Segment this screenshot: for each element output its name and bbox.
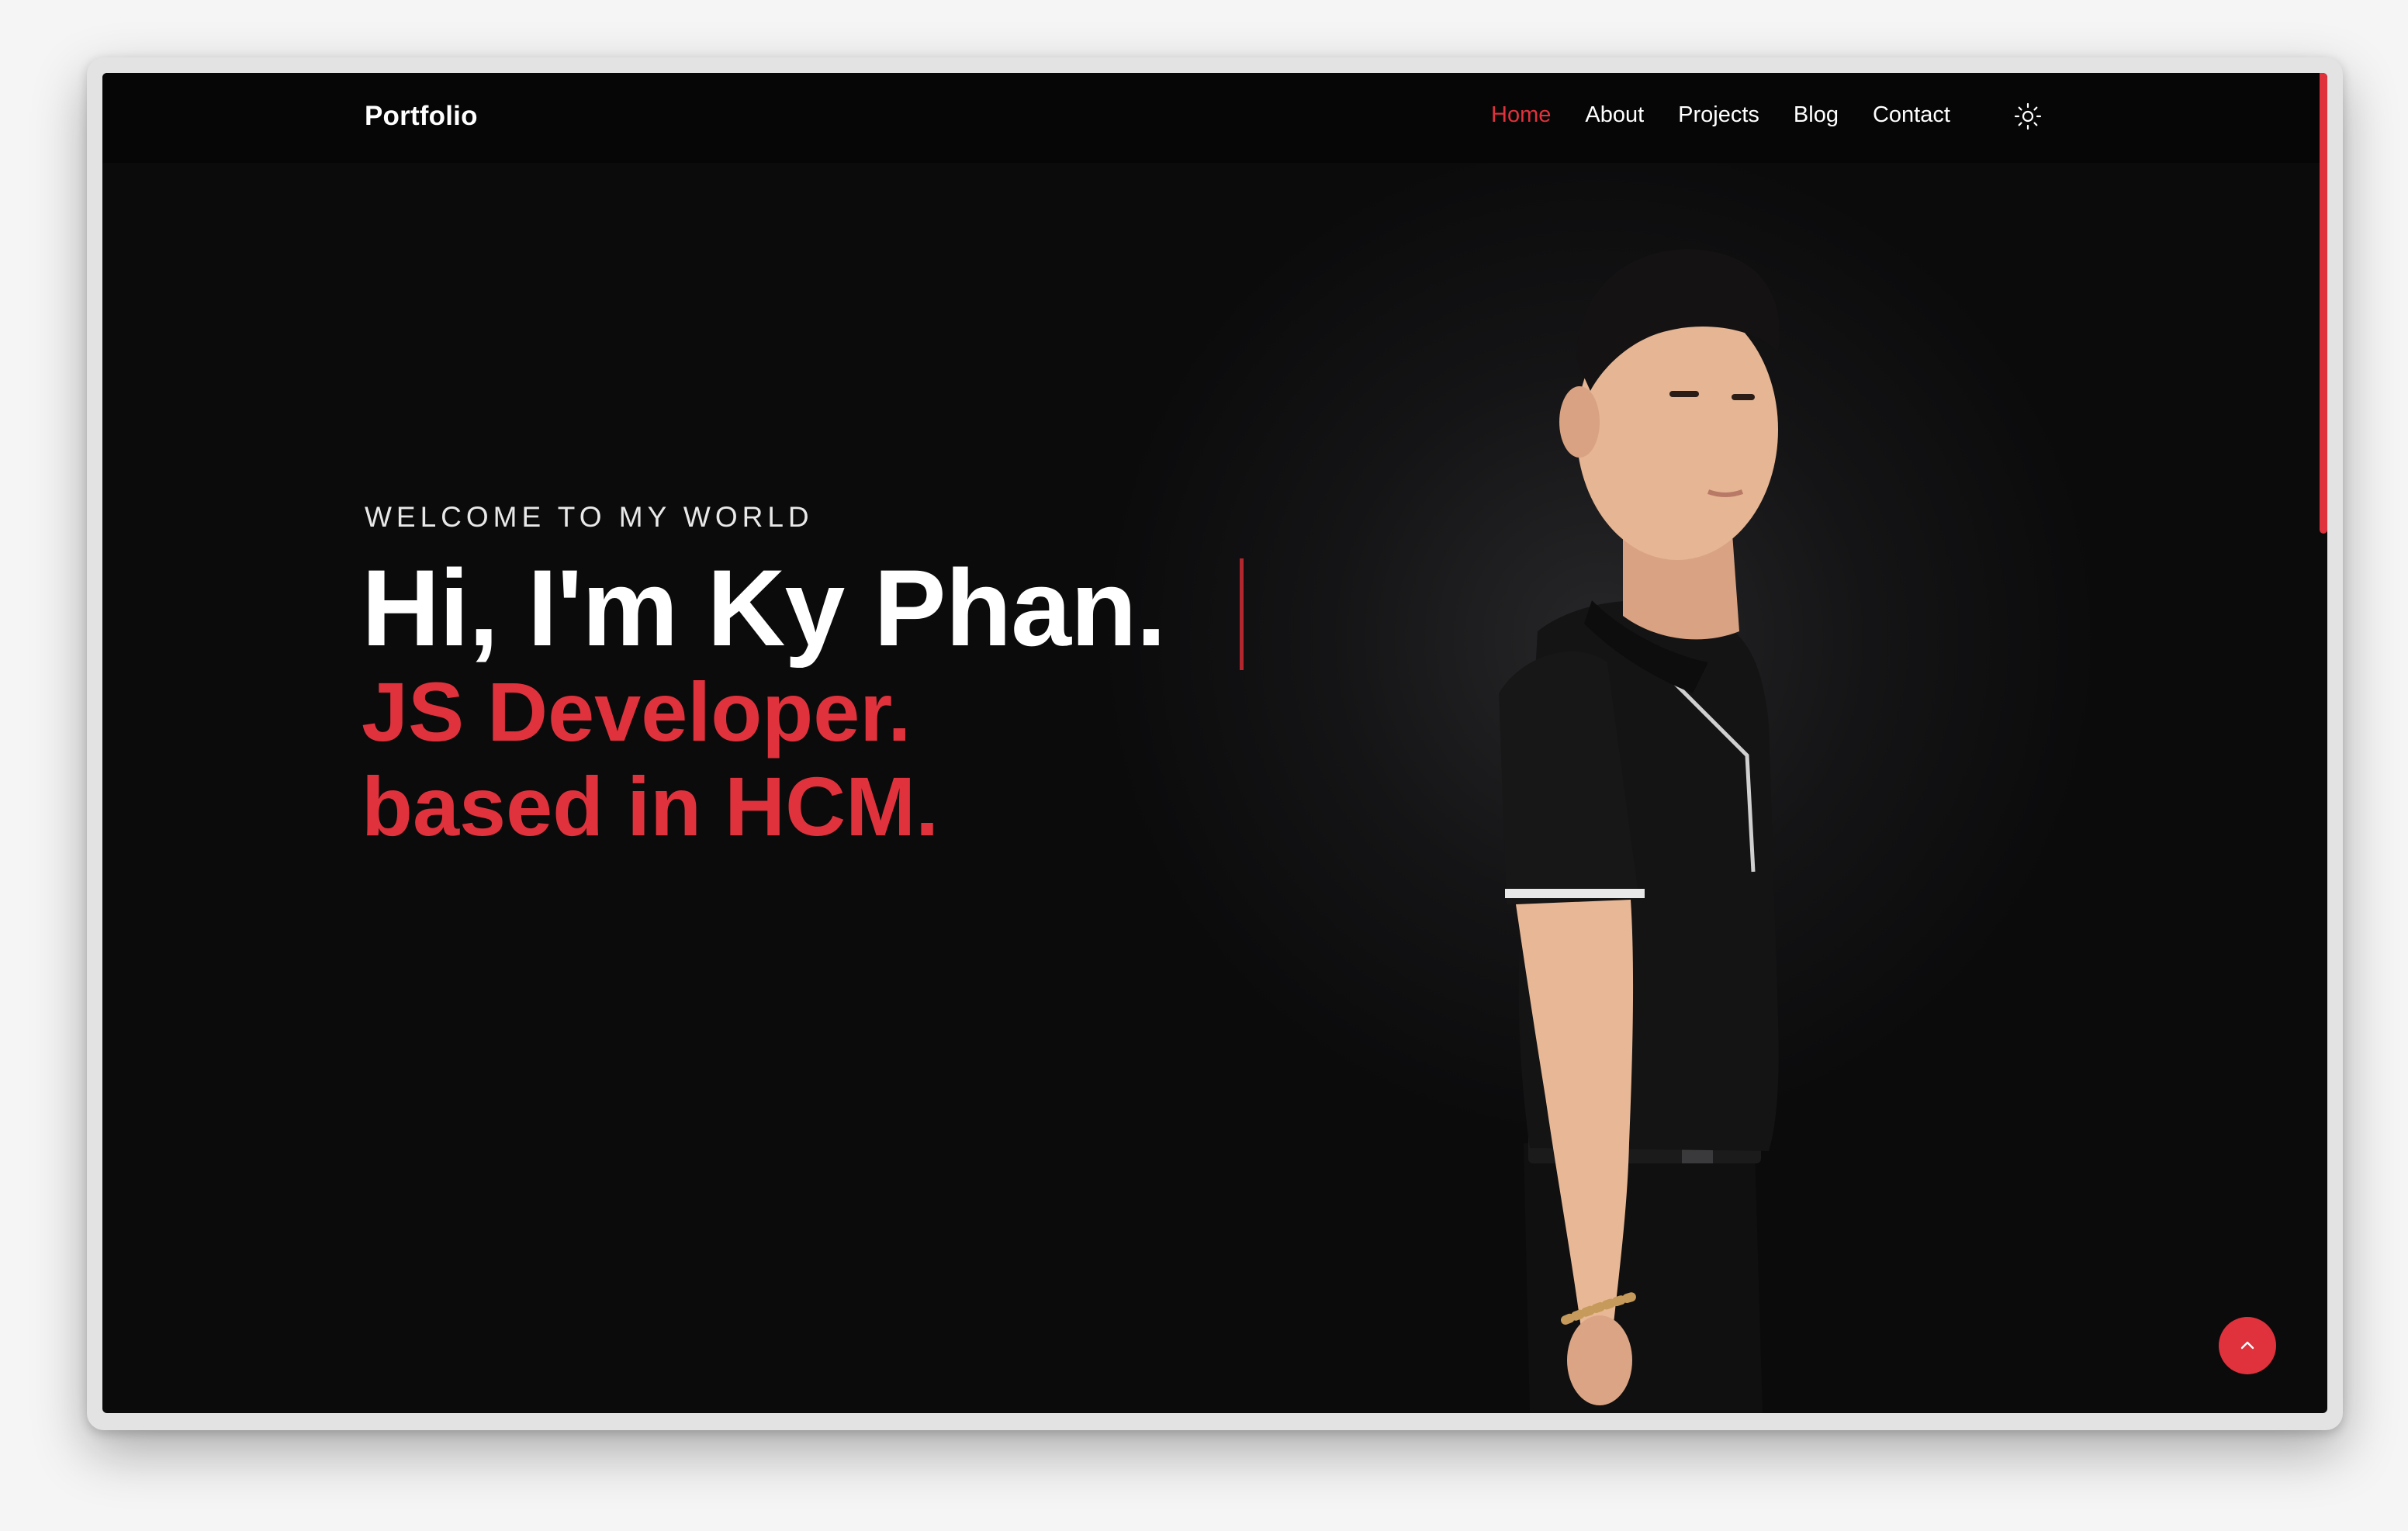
nav-link-contact[interactable]: Contact [1873,102,1950,128]
back-to-top-button[interactable] [2219,1317,2276,1374]
nav-menu: Home About Projects Blog Contact [1491,102,1984,128]
nav-link-blog[interactable]: Blog [1794,102,1839,128]
chevron-up-icon [2240,1341,2254,1350]
nav-link-about[interactable]: About [1585,102,1644,128]
typing-cursor [1240,558,1244,670]
profile-photo [1499,249,1780,1413]
nav-link-home[interactable]: Home [1491,102,1551,128]
scroll-progress-bar[interactable] [2320,73,2327,534]
hero-greeting: Hi, I'm Ky Phan. [362,547,1166,669]
browser-window: Portfolio Home About Projects Blog Conta… [87,57,2343,1430]
hero-location: based in HCM. [362,759,939,853]
top-navbar: Portfolio Home About Projects Blog Conta… [102,73,2327,163]
nav-link-projects[interactable]: Projects [1678,102,1759,128]
hero-role: JS Developer. [362,665,912,759]
brand-logo[interactable]: Portfolio [365,101,478,132]
hero-welcome-text: WELCOME TO MY WORLD [365,501,814,533]
page-viewport: Portfolio Home About Projects Blog Conta… [102,73,2327,1413]
sun-icon[interactable] [2012,101,2043,132]
